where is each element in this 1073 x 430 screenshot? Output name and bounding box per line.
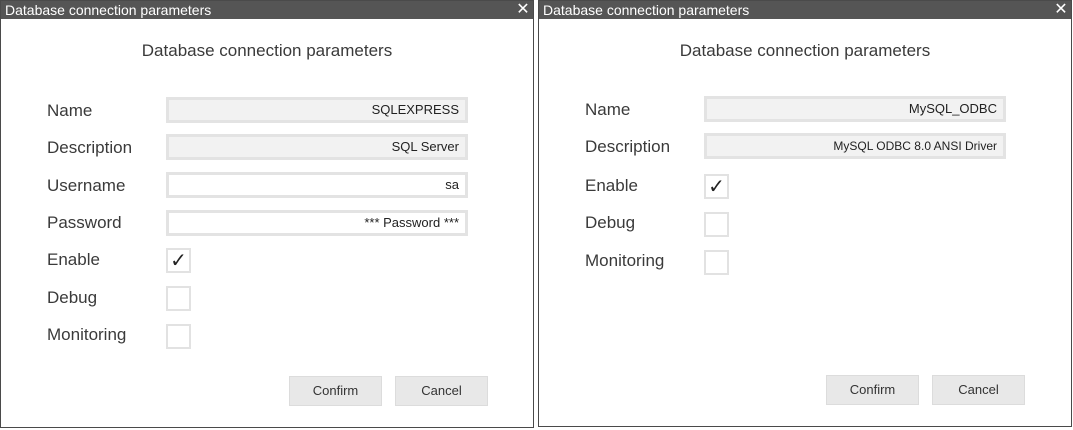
- enable-label: Enable: [47, 250, 100, 269]
- description-label: Description: [585, 137, 671, 156]
- debug-label: Debug: [585, 213, 636, 232]
- debug-label: Debug: [47, 288, 98, 307]
- window-title: Database connection parameters: [5, 2, 212, 18]
- debug-checkbox[interactable]: [166, 286, 191, 311]
- username-label: Username: [47, 176, 126, 195]
- description-field[interactable]: SQL Server: [166, 134, 468, 160]
- enable-checkbox[interactable]: ✓: [166, 248, 191, 273]
- close-icon[interactable]: ✕: [515, 1, 531, 19]
- close-icon[interactable]: ✕: [1053, 1, 1069, 19]
- confirm-button[interactable]: Confirm: [289, 376, 382, 406]
- cancel-button[interactable]: Cancel: [932, 375, 1025, 405]
- dialog-heading: Database connection parameters: [141, 41, 393, 60]
- checkmark-icon: ✓: [170, 250, 187, 272]
- username-field[interactable]: sa: [166, 172, 468, 198]
- name-label: Name: [585, 100, 631, 119]
- enable-label: Enable: [585, 176, 638, 195]
- name-label: Name: [47, 101, 93, 120]
- checkmark-icon: ✓: [708, 176, 725, 198]
- confirm-button[interactable]: Confirm: [826, 375, 919, 405]
- password-label: Password: [47, 213, 122, 232]
- window-titlebar[interactable]: Database connection parameters ✕: [539, 1, 1071, 19]
- enable-checkbox[interactable]: ✓: [704, 174, 729, 199]
- name-field[interactable]: SQLEXPRESS: [166, 97, 468, 123]
- monitoring-label: Monitoring: [47, 325, 127, 344]
- monitoring-label: Monitoring: [585, 251, 665, 270]
- password-field[interactable]: *** Password ***: [166, 210, 468, 236]
- connection-dialog-mysql-odbc: Database connection parameters ✕ Databas…: [538, 0, 1072, 427]
- name-field[interactable]: MySQL_ODBC: [704, 96, 1006, 122]
- monitoring-checkbox[interactable]: [166, 324, 191, 349]
- description-label: Description: [47, 138, 133, 157]
- connection-dialog-sqlexpress: Database connection parameters ✕ Databas…: [0, 0, 534, 428]
- description-field[interactable]: MySQL ODBC 8.0 ANSI Driver: [704, 133, 1006, 159]
- cancel-button[interactable]: Cancel: [395, 376, 488, 406]
- window-title: Database connection parameters: [543, 2, 750, 18]
- dialog-heading: Database connection parameters: [679, 41, 931, 60]
- debug-checkbox[interactable]: [704, 212, 729, 237]
- monitoring-checkbox[interactable]: [704, 250, 729, 275]
- window-titlebar[interactable]: Database connection parameters ✕: [1, 1, 533, 19]
